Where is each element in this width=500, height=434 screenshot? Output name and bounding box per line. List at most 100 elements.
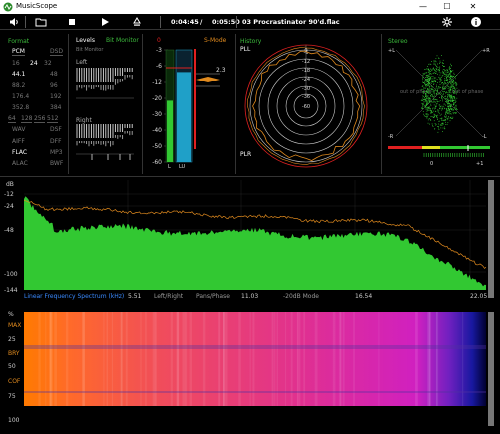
mode-left-right[interactable]: Left/Right [154,293,183,300]
stereo-point [437,63,438,65]
stereo-point [427,85,428,87]
minimize-button[interactable]: — [412,0,434,14]
stereo-point [456,87,458,89]
spectrum-scrollbar[interactable] [488,180,494,298]
stereo-point [433,69,435,70]
stereo-point [424,81,425,83]
stereo-point [447,72,448,73]
stereo-point [430,76,432,77]
stereo-point [429,63,431,65]
format-option: 176.4 [12,93,30,100]
stereo-point [434,99,436,100]
meter-mode[interactable]: S-Mode [204,37,226,44]
volume-icon[interactable] [8,16,20,28]
stereo-point [448,109,450,111]
mode-pans-phase[interactable]: Pans/Phase [196,293,230,300]
stereo-point [442,75,444,76]
stereo-point [454,92,456,94]
spectrum-scroll-thumb[interactable] [488,180,494,298]
folder-icon[interactable] [35,16,47,28]
stereo-point [428,76,429,77]
stereo-point [447,76,449,77]
app-window: MusicScope — ☐ ✕ 0:04:45 / 0:05:50 03 Pr… [0,0,500,434]
stereo-point [432,124,433,126]
stereo-point [439,66,441,68]
stereo-point [422,75,424,76]
stereo-point [442,106,444,108]
stereo-point [439,118,441,119]
gear-icon[interactable] [441,16,453,28]
stereo-point [439,62,441,63]
stereo-point [455,102,456,103]
stereo-point [446,98,448,99]
info-icon[interactable] [470,16,482,28]
stereo-point [433,62,435,64]
stereo-point [450,100,452,102]
mode-20db[interactable]: -20dB Mode [283,293,319,300]
stereo-point [449,75,451,77]
format-option: 512 [47,115,59,123]
stereo-point [448,116,449,117]
spectrogram-scrollbar[interactable] [488,312,494,426]
stereo-point [443,91,444,93]
stereo-point [422,97,424,99]
stereo-point [442,88,443,89]
stereo-point [454,108,456,110]
stereo-point [426,117,428,119]
stereo-point [431,80,433,82]
stereo-point [434,80,436,81]
stereo-point [445,116,447,118]
stereo-point [446,79,448,80]
stereo-point [431,110,432,112]
stereo-point [426,84,428,86]
stereo-point [435,101,436,103]
stereo-point [441,62,443,64]
stereo-point [440,77,441,79]
stereo-point [436,116,438,118]
stereo-point [435,73,436,74]
stereo-point [435,61,437,63]
stereo-point [453,102,454,104]
stereo-point [431,93,433,95]
stereo-point [452,98,453,99]
stereo-point [440,80,442,81]
stereo-point [448,113,450,115]
stereo-point [429,82,431,84]
stereo-point [435,107,436,109]
levels-mode[interactable]: Bit Monitor [106,37,139,44]
stereo-point [442,122,444,124]
eject-icon[interactable] [131,16,143,28]
stereo-point [422,82,424,83]
stereo-point [430,116,432,118]
stereo-point [452,81,454,83]
stereo-point [450,92,452,94]
format-panel-title: Format [8,38,30,45]
stop-icon[interactable] [66,16,78,28]
stereo-point [449,87,451,88]
stereo-point [425,106,426,107]
stereo-point [427,115,428,117]
stereo-point [441,75,443,77]
stereo-point [425,84,427,86]
stereo-point [450,113,452,115]
spectrum-y-tick: -48 [4,227,14,234]
spectrogram-y-tick: MAX [8,322,22,329]
stereo-point [442,84,444,86]
stereo-point [452,76,454,77]
stereo-point [429,72,430,74]
play-icon[interactable] [99,16,111,28]
format-option: WAV [12,126,26,133]
stereo-point [451,99,453,100]
stereo-point [435,68,437,69]
stereo-point [427,93,429,94]
stereo-point [447,80,448,82]
close-button[interactable]: ✕ [462,0,484,14]
spectrogram-scroll-thumb[interactable] [488,312,494,426]
loudness-histogram [196,77,220,82]
stereo-point [428,79,430,80]
stereo-point [426,96,428,98]
maximize-button[interactable]: ☐ [436,0,458,14]
stereo-point [447,81,449,83]
stereo-point [429,100,431,102]
stereo-point [450,111,451,112]
